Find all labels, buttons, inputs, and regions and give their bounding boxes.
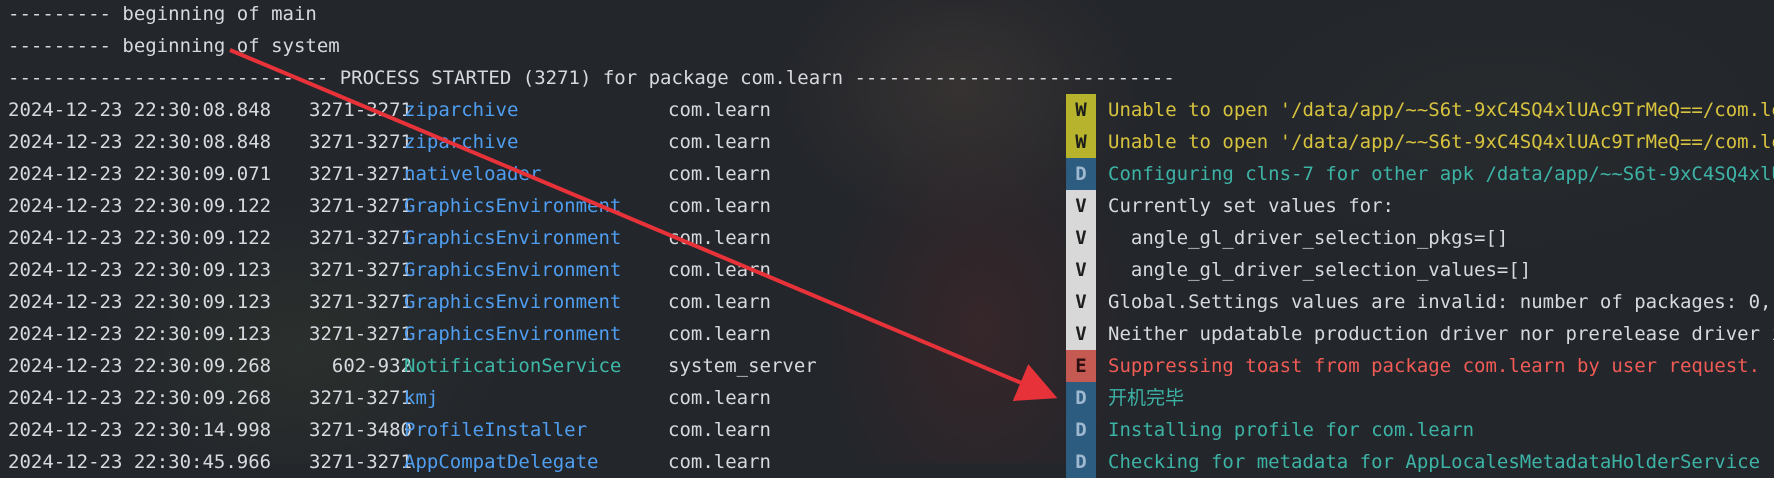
log-message: Neither updatable production driver nor … (1108, 323, 1774, 345)
log-tag: AppCompatDelegate (404, 451, 599, 473)
log-level-badge: V (1066, 254, 1096, 286)
log-message: Global.Settings values are invalid: numb… (1108, 291, 1774, 313)
log-row[interactable]: 2024-12-23 22:30:09.071 3271-3271 nativelo… (0, 158, 1774, 190)
log-pid-tid: 3271-3271 (309, 195, 412, 217)
log-pid-tid: 3271-3271 (309, 291, 412, 313)
log-row[interactable]: 2024-12-23 22:30:09.123 3271-3271 Graphics… (0, 318, 1774, 350)
logcat-console[interactable]: --------- beginning of main --------- be… (0, 0, 1774, 478)
log-package: com.learn (668, 163, 771, 185)
log-row[interactable]: 2024-12-23 22:30:09.268 3271-3271 kmj com.l… (0, 382, 1774, 414)
log-message: Configuring clns-7 for other apk /data/a… (1108, 163, 1774, 185)
log-header-system: --------- beginning of system (8, 35, 340, 57)
log-header-main: --------- beginning of main (8, 3, 317, 25)
log-pid-tid: 602-932 (331, 355, 412, 377)
log-message: angle_gl_driver_selection_pkgs=[] (1108, 227, 1509, 249)
log-tag: GraphicsEnvironment (404, 259, 622, 281)
log-tag: nativeloader (404, 163, 542, 185)
log-level-badge: V (1066, 190, 1096, 222)
log-tag: ProfileInstaller (404, 419, 588, 441)
log-tag: ziparchive (404, 99, 519, 121)
log-package: com.learn (668, 99, 771, 121)
log-row[interactable]: 2024-12-23 22:30:09.122 3271-3271 Graphics… (0, 190, 1774, 222)
log-row[interactable]: 2024-12-23 22:30:14.998 3271-3480 ProfileI… (0, 414, 1774, 446)
log-timestamp: 2024-12-23 22:30:09.122 (8, 227, 272, 249)
log-package: com.learn (668, 291, 771, 313)
log-pid-tid: 3271-3271 (309, 163, 412, 185)
log-level-badge: W (1066, 94, 1096, 126)
log-timestamp: 2024-12-23 22:30:09.123 (8, 323, 272, 345)
log-pid-tid: 3271-3271 (309, 259, 412, 281)
log-message: Unable to open '/data/app/~~S6t-9xC4SQ4x… (1108, 131, 1774, 153)
log-package: com.learn (668, 323, 771, 345)
log-timestamp: 2024-12-23 22:30:14.998 (8, 419, 272, 441)
log-pid-tid: 3271-3271 (309, 451, 412, 473)
log-level-badge: D (1066, 158, 1096, 190)
process-started-banner: ---------------------------- PROCESS STA… (8, 67, 1175, 89)
log-pid-tid: 3271-3271 (309, 227, 412, 249)
log-timestamp: 2024-12-23 22:30:09.071 (8, 163, 272, 185)
log-row[interactable]: 2024-12-23 22:30:09.123 3271-3271 Graphics… (0, 254, 1774, 286)
log-pid-tid: 3271-3271 (309, 323, 412, 345)
log-tag: kmj (404, 387, 439, 409)
log-row[interactable]: 2024-12-23 22:30:09.123 3271-3271 Graphics… (0, 286, 1774, 318)
log-row[interactable]: 2024-12-23 22:30:08.848 3271-3271 ziparchi… (0, 126, 1774, 158)
log-row[interactable]: 2024-12-23 22:30:08.848 3271-3271 ziparchi… (0, 94, 1774, 126)
log-message: angle_gl_driver_selection_values=[] (1108, 259, 1532, 281)
log-timestamp: 2024-12-23 22:30:09.123 (8, 291, 272, 313)
log-package: com.learn (668, 195, 771, 217)
log-level-badge: E (1066, 350, 1096, 382)
log-message: Checking for metadata for AppLocalesMeta… (1108, 451, 1774, 473)
log-message: Suppressing toast from package com.learn… (1108, 355, 1761, 377)
log-row[interactable]: 2024-12-23 22:30:45.966 3271-3271 AppCompa… (0, 446, 1774, 478)
log-timestamp: 2024-12-23 22:30:45.966 (8, 451, 272, 473)
log-message: 开机完毕 (1108, 387, 1185, 409)
log-tag: GraphicsEnvironment (404, 291, 622, 313)
log-tag: ziparchive (404, 131, 519, 153)
log-package: system_server (668, 355, 817, 377)
log-level-badge: V (1066, 318, 1096, 350)
log-package: com.learn (668, 387, 771, 409)
log-pid-tid: 3271-3271 (309, 387, 412, 409)
log-pid-tid: 3271-3271 (309, 131, 412, 153)
log-timestamp: 2024-12-23 22:30:08.848 (8, 131, 272, 153)
log-timestamp: 2024-12-23 22:30:09.122 (8, 195, 272, 217)
log-level-badge: D (1066, 382, 1096, 414)
log-message: Unable to open '/data/app/~~S6t-9xC4SQ4x… (1108, 99, 1774, 121)
log-timestamp: 2024-12-23 22:30:09.268 (8, 387, 272, 409)
log-level-badge: W (1066, 126, 1096, 158)
log-pid-tid: 3271-3271 (309, 99, 412, 121)
log-level-badge: V (1066, 286, 1096, 318)
log-tag: NotificationService (404, 355, 622, 377)
log-package: com.learn (668, 451, 771, 473)
log-pid-tid: 3271-3480 (309, 419, 412, 441)
log-level-badge: V (1066, 222, 1096, 254)
log-timestamp: 2024-12-23 22:30:08.848 (8, 99, 272, 121)
log-package: com.learn (668, 419, 771, 441)
log-tag: GraphicsEnvironment (404, 323, 622, 345)
log-row[interactable]: 2024-12-23 22:30:09.122 3271-3271 Graphics… (0, 222, 1774, 254)
log-package: com.learn (668, 259, 771, 281)
log-row[interactable]: 2024-12-23 22:30:09.268 602-932 Notificati… (0, 350, 1774, 382)
log-tag: GraphicsEnvironment (404, 195, 622, 217)
log-message: Installing profile for com.learn (1108, 419, 1475, 441)
log-timestamp: 2024-12-23 22:30:09.123 (8, 259, 272, 281)
log-timestamp: 2024-12-23 22:30:09.268 (8, 355, 272, 377)
log-package: com.learn (668, 131, 771, 153)
log-tag: GraphicsEnvironment (404, 227, 622, 249)
log-package: com.learn (668, 227, 771, 249)
log-level-badge: D (1066, 446, 1096, 478)
log-message: Currently set values for: (1108, 195, 1394, 217)
log-level-badge: D (1066, 414, 1096, 446)
